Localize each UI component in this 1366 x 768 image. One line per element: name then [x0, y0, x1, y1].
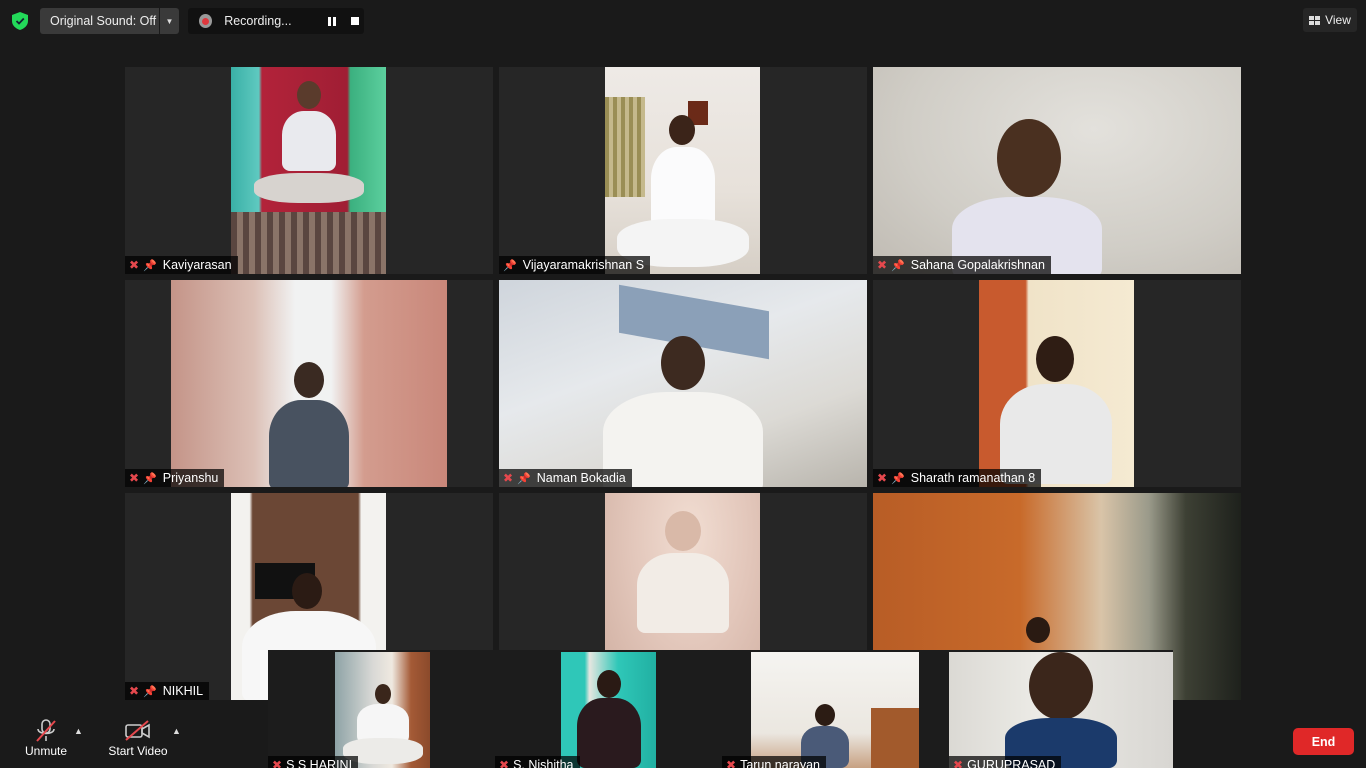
participant-name-tag: ✖ 📌 Priyanshu	[125, 469, 225, 487]
pause-recording-button[interactable]	[322, 11, 341, 31]
participant-name-tag: ✖ S S HARINI	[268, 756, 359, 768]
mic-muted-icon: ✖	[953, 758, 964, 768]
pin-icon: 📌	[517, 472, 531, 485]
pin-icon: 📌	[143, 685, 157, 698]
participant-name: Naman Bokadia	[536, 471, 626, 485]
video-feed	[561, 652, 656, 768]
mic-muted-icon: ✖	[129, 471, 140, 485]
mic-muted-icon: ✖	[877, 471, 888, 485]
participant-name: Sharath ramanathan 8	[910, 471, 1036, 485]
chevron-down-icon[interactable]: ▼	[159, 8, 179, 34]
participant-tile[interactable]: ✖ 📌 Priyanshu	[125, 280, 493, 487]
security-shield-icon[interactable]	[12, 12, 28, 30]
pin-icon: 📌	[143, 259, 157, 272]
participant-name: Priyanshu	[162, 471, 219, 485]
participant-name-tag: ✖ S. Nishitha	[495, 756, 580, 768]
participant-name: Kaviyarasan	[162, 258, 232, 272]
participant-name-tag: ✖ 📌 NIKHIL	[125, 682, 210, 700]
participant-name: Sahana Gopalakrishnan	[910, 258, 1045, 272]
participant-name-tag: ✖ 📌 Sahana Gopalakrishnan	[873, 256, 1051, 274]
video-off-icon	[124, 718, 152, 744]
video-feed	[979, 280, 1134, 487]
participant-tile[interactable]: ✖ 📌 Naman Bokadia	[499, 280, 867, 487]
mic-muted-icon: ✖	[503, 471, 514, 485]
video-feed	[605, 67, 760, 274]
mic-muted-icon: ✖	[499, 758, 510, 768]
stop-recording-button[interactable]	[345, 11, 364, 31]
video-feed	[499, 280, 867, 487]
strip-participant-tile[interactable]: ✖ S. Nishitha	[495, 652, 719, 768]
unmute-label: Unmute	[24, 744, 68, 758]
participant-tile[interactable]: ✖ 📌 Sharath ramanathan 8	[873, 280, 1241, 487]
pause-icon	[327, 16, 336, 26]
mic-muted-icon: ✖	[129, 258, 140, 272]
participant-name: NIKHIL	[162, 684, 204, 698]
video-options-caret-icon[interactable]: ▲	[172, 726, 181, 736]
pin-icon: 📌	[143, 472, 157, 485]
audio-options-caret-icon[interactable]: ▲	[74, 726, 83, 736]
mic-muted-icon: ✖	[272, 758, 283, 768]
recording-indicator: Recording...	[188, 8, 364, 34]
participant-name: S. Nishitha	[513, 758, 574, 768]
participant-name-tag: ✖ 📌 Kaviyarasan	[125, 256, 238, 274]
participant-tile[interactable]: 📌 Vijayaramakrishnan S	[499, 67, 867, 274]
mic-muted-icon: ✖	[129, 684, 140, 698]
participant-name-tag: 📌 Vijayaramakrishnan S	[499, 256, 651, 274]
video-feed	[751, 652, 919, 768]
mic-muted-icon	[35, 718, 57, 744]
participant-name-tag: ✖ Tarun narayan	[722, 756, 826, 768]
strip-participant-tile[interactable]: ✖ GURUPRASAD	[949, 652, 1173, 768]
pin-icon: 📌	[503, 259, 517, 272]
start-video-button[interactable]: Start Video	[106, 718, 170, 758]
original-sound-toggle[interactable]: Original Sound: Off ▼	[40, 8, 179, 34]
participant-name: GURUPRASAD	[967, 758, 1056, 768]
video-feed	[335, 652, 430, 768]
recording-label: Recording...	[224, 14, 292, 28]
participant-name: Vijayaramakrishnan S	[522, 258, 645, 272]
stop-icon	[350, 17, 359, 25]
end-meeting-button[interactable]: End	[1293, 728, 1354, 755]
unmute-button[interactable]: Unmute	[22, 718, 70, 758]
mic-muted-icon: ✖	[877, 258, 888, 272]
strip-participant-tile[interactable]: ✖ Tarun narayan	[722, 652, 946, 768]
mic-muted-icon: ✖	[726, 758, 737, 768]
video-feed	[231, 67, 386, 274]
participant-tile[interactable]: ✖ 📌 Kaviyarasan	[125, 67, 493, 274]
participant-name-tag: ✖ 📌 Naman Bokadia	[499, 469, 632, 487]
participant-name-tag: ✖ 📌 Sharath ramanathan 8	[873, 469, 1042, 487]
strip-participant-tile[interactable]: ✖ S S HARINI	[268, 652, 492, 768]
participant-name: S S HARINI	[286, 758, 353, 768]
video-feed	[949, 652, 1173, 768]
grid-view-icon	[1309, 15, 1321, 25]
original-sound-label: Original Sound: Off	[50, 14, 157, 28]
participant-name-tag: ✖ GURUPRASAD	[949, 756, 1062, 768]
participant-name: Tarun narayan	[740, 758, 820, 768]
start-video-label: Start Video	[108, 744, 168, 758]
pin-icon: 📌	[891, 259, 905, 272]
video-feed	[171, 280, 447, 487]
video-feed	[873, 67, 1241, 274]
record-icon	[199, 14, 213, 28]
pin-icon: 📌	[891, 472, 905, 485]
participant-tile[interactable]: ✖ 📌 Sahana Gopalakrishnan	[873, 67, 1241, 274]
view-button[interactable]: View	[1303, 8, 1357, 32]
view-label: View	[1325, 13, 1351, 27]
